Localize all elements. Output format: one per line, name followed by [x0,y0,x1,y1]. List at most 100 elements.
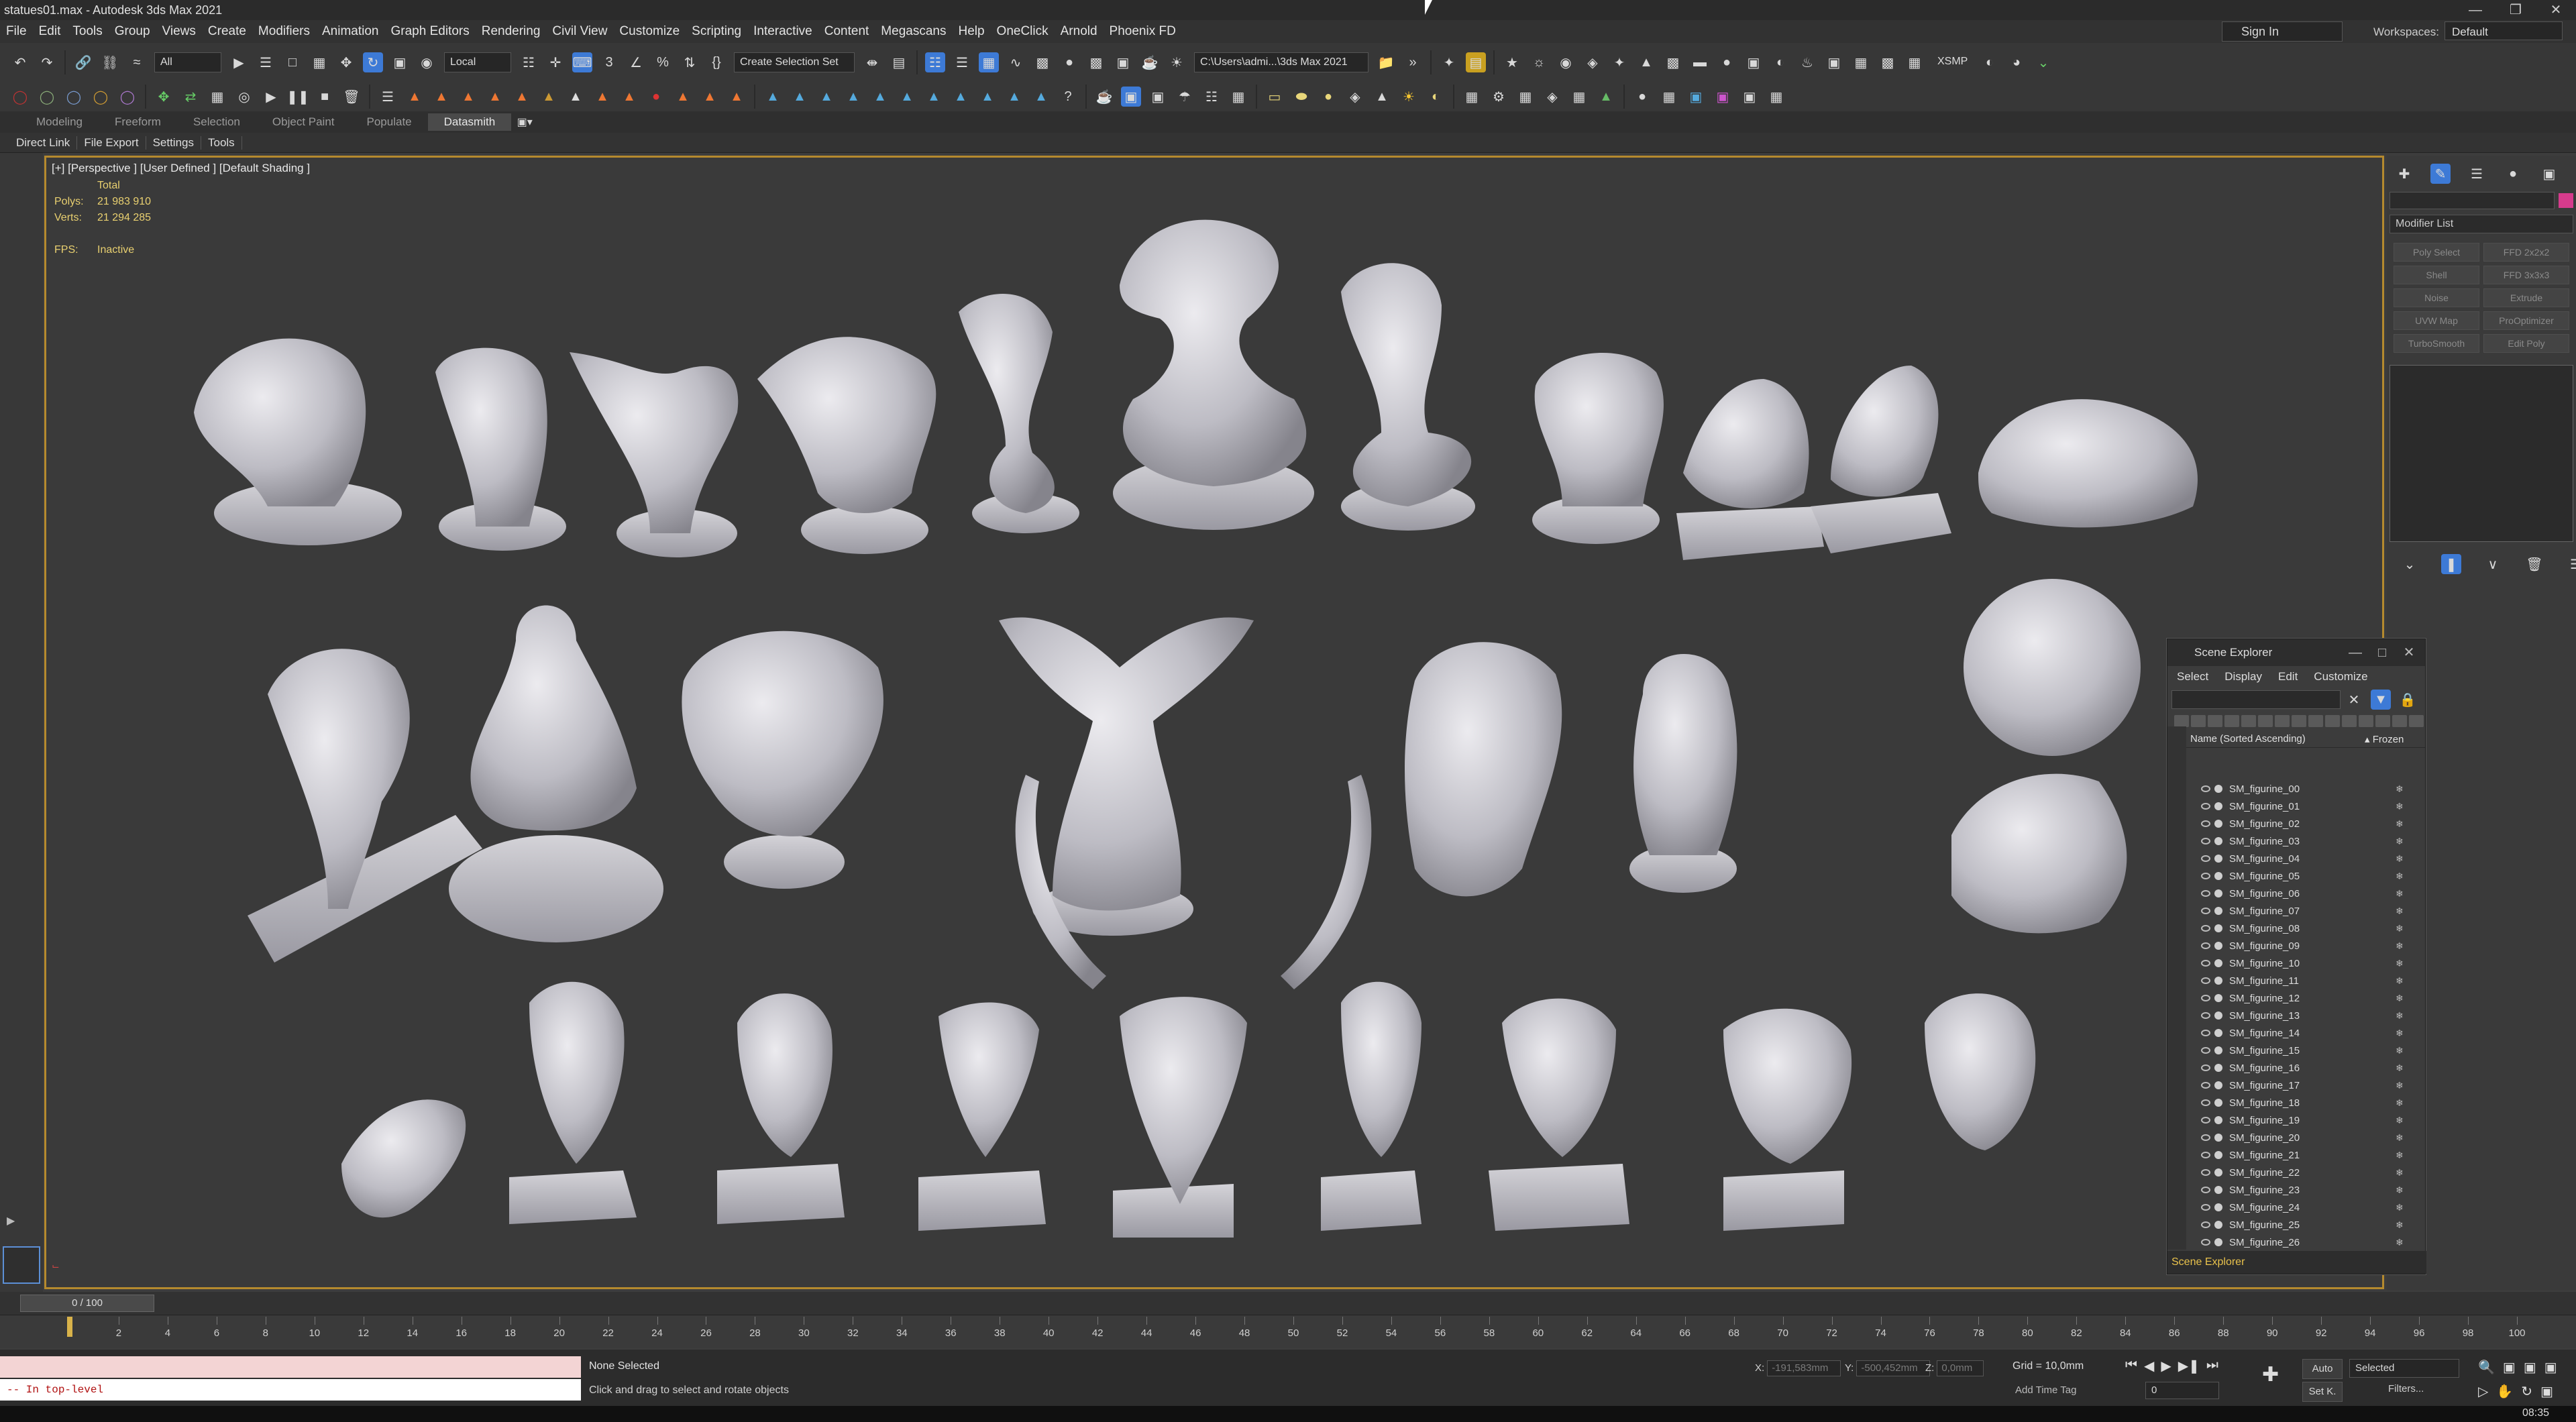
make-unique-icon[interactable]: ∨ [2483,554,2503,574]
se-col-name[interactable]: Name (Sorted Ascending) [2190,733,2365,745]
menu-edit[interactable]: Edit [33,24,67,39]
render-light-icon[interactable] [2214,994,2222,1002]
frozen-icon[interactable]: ❄ [2396,1097,2404,1109]
fire-m-icon[interactable]: ▲ [727,87,747,107]
menu-graph-editors[interactable]: Graph Editors [385,24,476,39]
se-tool-1-icon[interactable] [2174,715,2189,727]
visibility-eye-icon[interactable] [2201,1099,2210,1106]
modifier-list-dropdown[interactable]: Modifier List [2390,215,2573,233]
angle-snap-icon[interactable]: ∠ [626,52,646,72]
schematic-view-icon[interactable]: ▩ [1032,52,1053,72]
se-tool-5-icon[interactable] [2241,715,2256,727]
configure-sets-icon[interactable]: ☰ [2566,554,2576,574]
geo-c-icon[interactable]: ▦ [1515,87,1536,107]
undo-icon[interactable]: ↶ [10,52,30,72]
object-color-swatch[interactable] [2559,193,2573,208]
se-object-row[interactable]: SM_figurine_09 ❄ [2167,937,2426,954]
misc-f-icon[interactable]: ▦ [1766,87,1786,107]
motion-tab-icon[interactable]: ● [2503,164,2523,184]
help-icon[interactable]: ? [1058,87,1078,107]
frozen-icon[interactable]: ❄ [2396,1219,2404,1231]
render-light-icon[interactable] [2214,959,2222,967]
statue-skull-fanged[interactable] [1925,993,2036,1150]
menu-customize[interactable]: Customize [613,24,686,39]
se-object-row[interactable]: SM_figurine_14 ❄ [2167,1024,2426,1042]
statue-cthulhu-head[interactable] [1629,654,1737,893]
menu-animation[interactable]: Animation [316,24,385,39]
statue-atlas-globe[interactable] [1951,579,2141,934]
menu-file[interactable]: File [0,24,33,39]
render-light-icon[interactable] [2214,1168,2222,1177]
tool-a-icon[interactable]: ◯ [10,87,30,107]
list-icon[interactable]: ☰ [378,87,398,107]
se-menu-customize[interactable]: Customize [2314,670,2367,683]
vray-sun-icon[interactable]: ☼ [1529,52,1549,72]
key-filters-button[interactable]: Filters... [2388,1383,2424,1394]
render-light-icon[interactable] [2214,1081,2222,1089]
menu-group[interactable]: Group [109,24,156,39]
ribbon-tab-selection[interactable]: Selection [177,115,256,129]
maxscript-output[interactable]: -- In top-level [0,1379,581,1401]
frozen-icon[interactable]: ❄ [2396,836,2404,847]
rendered-frame-icon[interactable]: ▣ [1113,52,1133,72]
modify-tab-icon[interactable]: ✎ [2430,164,2451,184]
visibility-eye-icon[interactable] [2201,1064,2210,1071]
menu-rendering[interactable]: Rendering [476,24,547,39]
visibility-eye-icon[interactable] [2201,1134,2210,1141]
sign-in-dropdown[interactable]: Sign In [2222,21,2343,42]
zoom-all-icon[interactable]: ▣ [2503,1359,2516,1376]
visibility-eye-icon[interactable] [2201,1239,2210,1246]
viewport-label[interactable]: [+] [Perspective ] [User Defined ] [Defa… [52,162,310,175]
mirror-icon[interactable]: ⇼ [862,52,882,72]
se-object-row[interactable]: SM_figurine_02 ❄ [2167,815,2426,832]
tool-e-icon[interactable]: ◯ [117,87,138,107]
ribbon-toggle-icon[interactable]: ▦ [979,52,999,72]
se-object-row[interactable]: SM_figurine_08 ❄ [2167,920,2426,937]
tab-direct-link[interactable]: Direct Link [9,135,78,150]
statue-buddha[interactable] [449,605,663,943]
light-sun-icon[interactable]: ☀ [1399,87,1419,107]
water-f-icon[interactable]: ▲ [897,87,917,107]
close-icon[interactable]: ✕ [2536,0,2576,20]
frozen-icon[interactable]: ❄ [2396,853,2404,865]
statue-dolphin-large[interactable] [1341,263,1475,531]
statue-elephant-bust[interactable] [570,352,739,557]
se-object-row[interactable]: SM_figurine_05 ❄ [2167,867,2426,885]
menu-phoenix-fd[interactable]: Phoenix FD [1104,24,1182,39]
workspace-dropdown[interactable]: Default [2444,21,2563,40]
render-light-icon[interactable] [2214,1186,2222,1194]
frozen-icon[interactable]: ❄ [2396,888,2404,899]
frozen-icon[interactable]: ❄ [2396,783,2404,795]
frozen-icon[interactable]: ❄ [2396,871,2404,882]
se-object-row[interactable]: SM_figurine_24 ❄ [2167,1199,2426,1216]
bind-spacewarp-icon[interactable]: ≈ [127,52,147,72]
unlink-icon[interactable]: ⛓ [100,52,120,72]
visibility-eye-icon[interactable] [2201,1047,2210,1054]
view-e-icon[interactable]: ☷ [1201,87,1222,107]
se-object-row[interactable]: SM_figurine_10 ❄ [2167,954,2426,972]
render-light-icon[interactable] [2214,1134,2222,1142]
create-tab-icon[interactable]: ✚ [2394,164,2414,184]
se-object-row[interactable]: SM_figurine_01 ❄ [2167,798,2426,815]
stop-anim-icon[interactable]: ■ [315,87,335,107]
render-light-icon[interactable] [2214,942,2222,950]
view-a-icon[interactable]: ☕ [1094,87,1114,107]
frozen-icon[interactable]: ❄ [2396,1237,2404,1248]
curve-editor-icon[interactable]: ∿ [1006,52,1026,72]
se-tool-7-icon[interactable] [2275,715,2290,727]
track-bar[interactable]: 0246810121416182022242628303234363840424… [0,1315,2576,1348]
menu-help[interactable]: Help [952,24,990,39]
statue-lion-sitting[interactable] [1811,366,1951,553]
current-frame-field[interactable]: 0 [2145,1382,2219,1399]
mod-noise-button[interactable]: Noise [2394,288,2479,307]
misc-e-icon[interactable]: ▣ [1739,87,1760,107]
window-crossing-icon[interactable]: ▦ [309,52,329,72]
project-folder-icon[interactable]: 📁 [1376,52,1396,72]
minimize-icon[interactable]: — [2455,0,2496,20]
water-c-icon[interactable]: ▲ [816,87,837,107]
statue-skull-croc[interactable] [1489,998,1629,1231]
se-object-row[interactable]: SM_figurine_22 ❄ [2167,1164,2426,1181]
render-light-icon[interactable] [2214,889,2222,897]
visibility-eye-icon[interactable] [2201,1117,2210,1124]
frozen-icon[interactable]: ❄ [2396,1132,2404,1144]
